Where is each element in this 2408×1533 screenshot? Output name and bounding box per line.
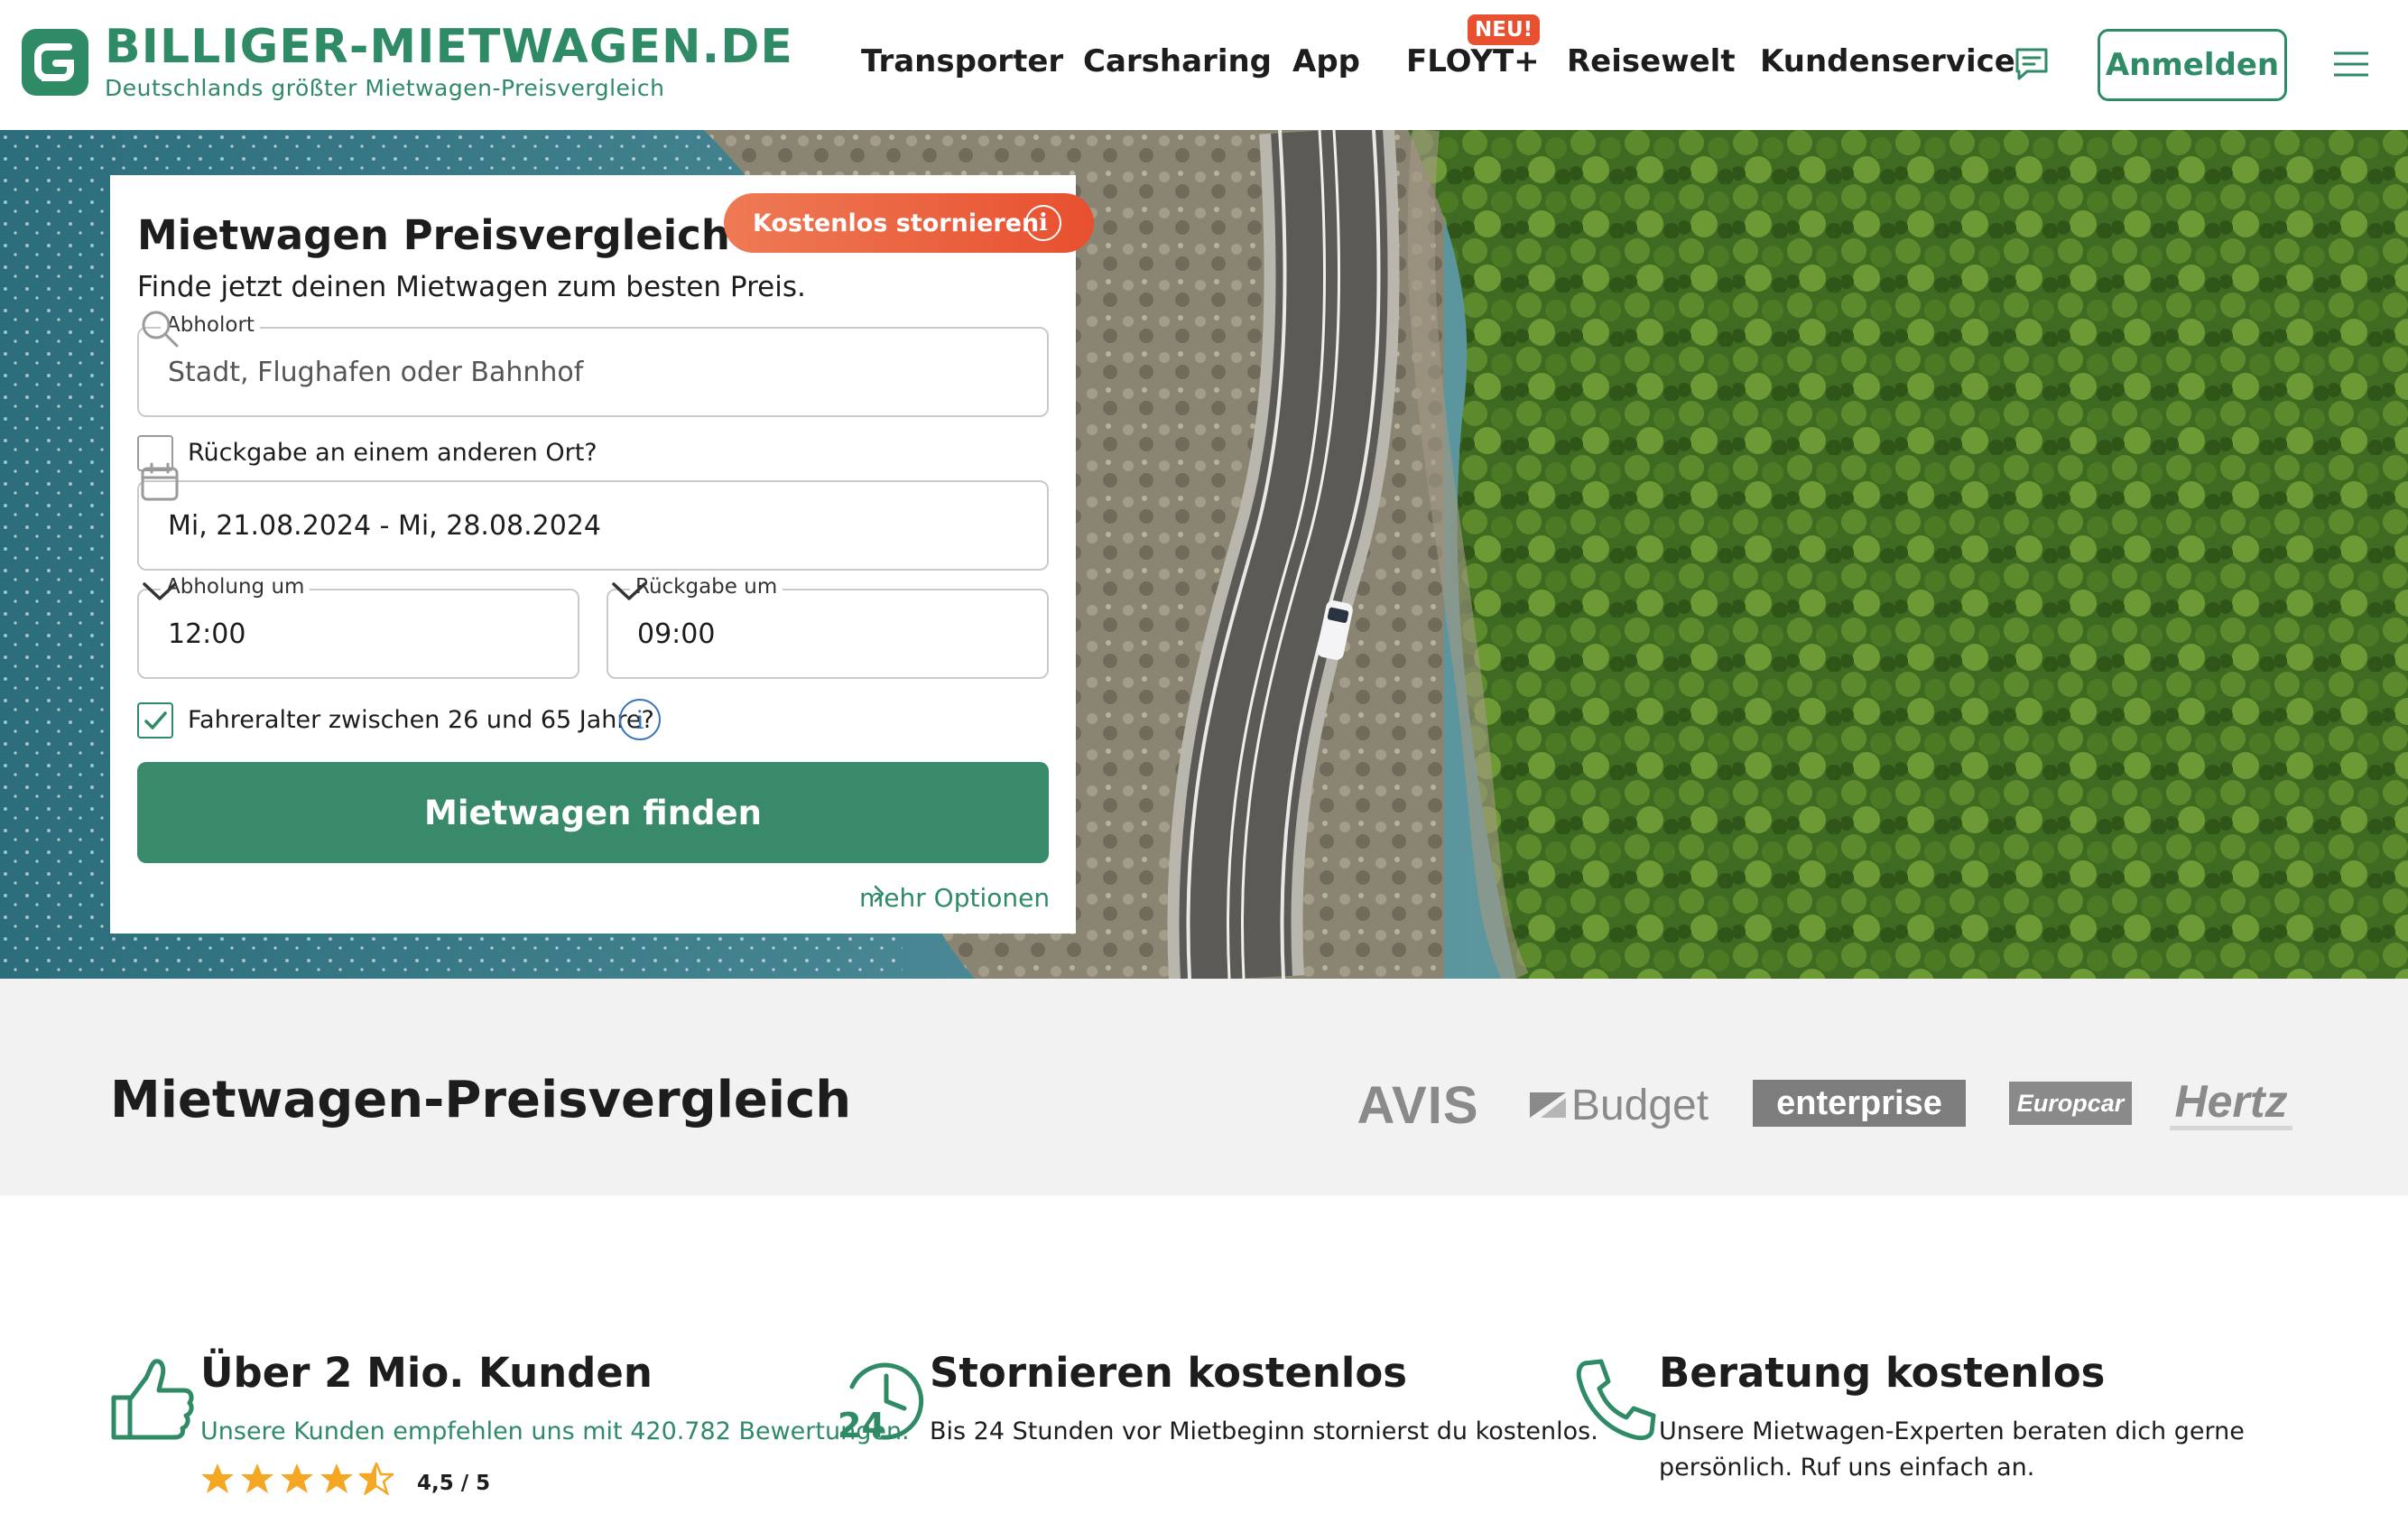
feature-advice-title: Beratung kostenlos: [1659, 1349, 2106, 1397]
europcar-logo: Europcar: [2009, 1082, 2132, 1125]
chat-icon[interactable]: [2013, 45, 2051, 83]
search-subtitle: Finde jetzt deinen Mietwagen zum besten …: [137, 271, 806, 303]
search-title: Mietwagen Preisvergleich: [137, 211, 730, 259]
hertz-logo: Hertz: [2170, 1076, 2292, 1130]
hero-section: Mietwagen Preisvergleich Finde jetzt dei…: [0, 130, 2408, 979]
more-options-label: mehr Optionen: [859, 883, 1051, 913]
providers-title: Mietwagen-Preisvergleich: [110, 1071, 852, 1129]
star-icon: [241, 1463, 273, 1493]
phone-icon: [1576, 1359, 1656, 1441]
chevron-down-icon: [143, 582, 177, 600]
feature-customers-title: Über 2 Mio. Kunden: [200, 1349, 653, 1397]
budget-mark-icon: [1529, 1092, 1566, 1118]
checkmark-icon: [144, 711, 167, 729]
clock-24-icon: 24: [838, 1362, 924, 1445]
menu-icon[interactable]: [2332, 49, 2370, 79]
free-cancel-label: Kostenlos stornieren: [753, 209, 1040, 237]
calendar-icon: [141, 462, 179, 501]
feature-cancel-title: Stornieren kostenlos: [930, 1349, 1408, 1397]
feature-advice-text: Unsere Mietwagen-Experten beraten dich g…: [1659, 1417, 2245, 1482]
driver-age-checkbox[interactable]: [137, 702, 173, 739]
nav-transporter[interactable]: Transporter: [861, 43, 1063, 79]
info-icon[interactable]: i: [1025, 205, 1061, 241]
clock-24-text: 24: [838, 1406, 885, 1445]
chevron-down-icon: [612, 582, 646, 600]
pickup-time-select[interactable]: Abholung um 12:00: [137, 575, 579, 679]
budget-logo: Budget: [1524, 1076, 1713, 1134]
login-button[interactable]: Anmelden: [2098, 29, 2287, 101]
half-star-icon: [359, 1463, 394, 1495]
nav-carsharing[interactable]: Carsharing: [1083, 43, 1272, 79]
logo-mark-icon: [22, 29, 88, 96]
site-logo[interactable]: BILLIGER-MIETWAGEN.DE Deutschlands größt…: [20, 22, 793, 105]
feature-customers-text[interactable]: Unsere Kunden empfehlen uns mit 420.782 …: [200, 1414, 910, 1450]
providers-band: Mietwagen-Preisvergleich AVIS Budget ent…: [0, 979, 2408, 1195]
pickup-location-input[interactable]: Stadt, Flughafen oder Bahnhof: [168, 329, 583, 415]
return-time-select[interactable]: Rückgabe um 09:00: [607, 575, 1049, 679]
driver-age-label: Fahreralter zwischen 26 und 65 Jahre?: [188, 706, 654, 734]
logo-name: BILLIGER-MIETWAGEN.DE: [105, 20, 793, 74]
avis-logo: AVIS: [1357, 1075, 1479, 1135]
star-icon: [201, 1463, 234, 1493]
budget-logo-label: Budget: [1570, 1081, 1709, 1129]
star-icon: [281, 1463, 313, 1493]
logo-tagline: Deutschlands größter Mietwagen-Preisverg…: [105, 75, 665, 101]
free-cancel-badge[interactable]: Kostenlos stornieren i: [724, 193, 1094, 253]
nav-floyt[interactable]: FLOYT+: [1406, 43, 1540, 79]
return-elsewhere-label: Rückgabe an einem anderen Ort?: [188, 439, 597, 467]
enterprise-logo: enterprise: [1753, 1080, 1966, 1127]
nav-app[interactable]: App: [1292, 43, 1360, 79]
star-icon: [320, 1463, 353, 1493]
site-header: BILLIGER-MIETWAGEN.DE Deutschlands größt…: [0, 0, 2408, 130]
thumbs-up-icon: [111, 1359, 194, 1440]
chevron-right-icon: [874, 885, 884, 903]
info-icon[interactable]: i: [619, 699, 661, 740]
pickup-location-field[interactable]: Abholort Stadt, Flughafen oder Bahnhof: [137, 311, 1049, 417]
find-car-button[interactable]: Mietwagen finden: [137, 762, 1049, 863]
rating-value: 4,5 / 5: [417, 1472, 491, 1495]
feature-cancel-text: Bis 24 Stunden vor Mietbeginn stornierst…: [930, 1417, 1598, 1445]
date-range-value[interactable]: Mi, 21.08.2024 - Mi, 28.08.2024: [168, 482, 601, 569]
more-options-link[interactable]: mehr Optionen: [859, 883, 1050, 913]
rating-stars: [200, 1463, 399, 1495]
date-range-field[interactable]: Mi, 21.08.2024 - Mi, 28.08.2024: [137, 462, 1049, 571]
nav-kundenservice[interactable]: Kundenservice: [1760, 43, 2015, 79]
new-badge: NEU!: [1468, 14, 1541, 45]
search-icon: [142, 311, 179, 348]
search-card: Mietwagen Preisvergleich Finde jetzt dei…: [110, 175, 1094, 934]
nav-reisewelt[interactable]: Reisewelt: [1567, 43, 1736, 79]
